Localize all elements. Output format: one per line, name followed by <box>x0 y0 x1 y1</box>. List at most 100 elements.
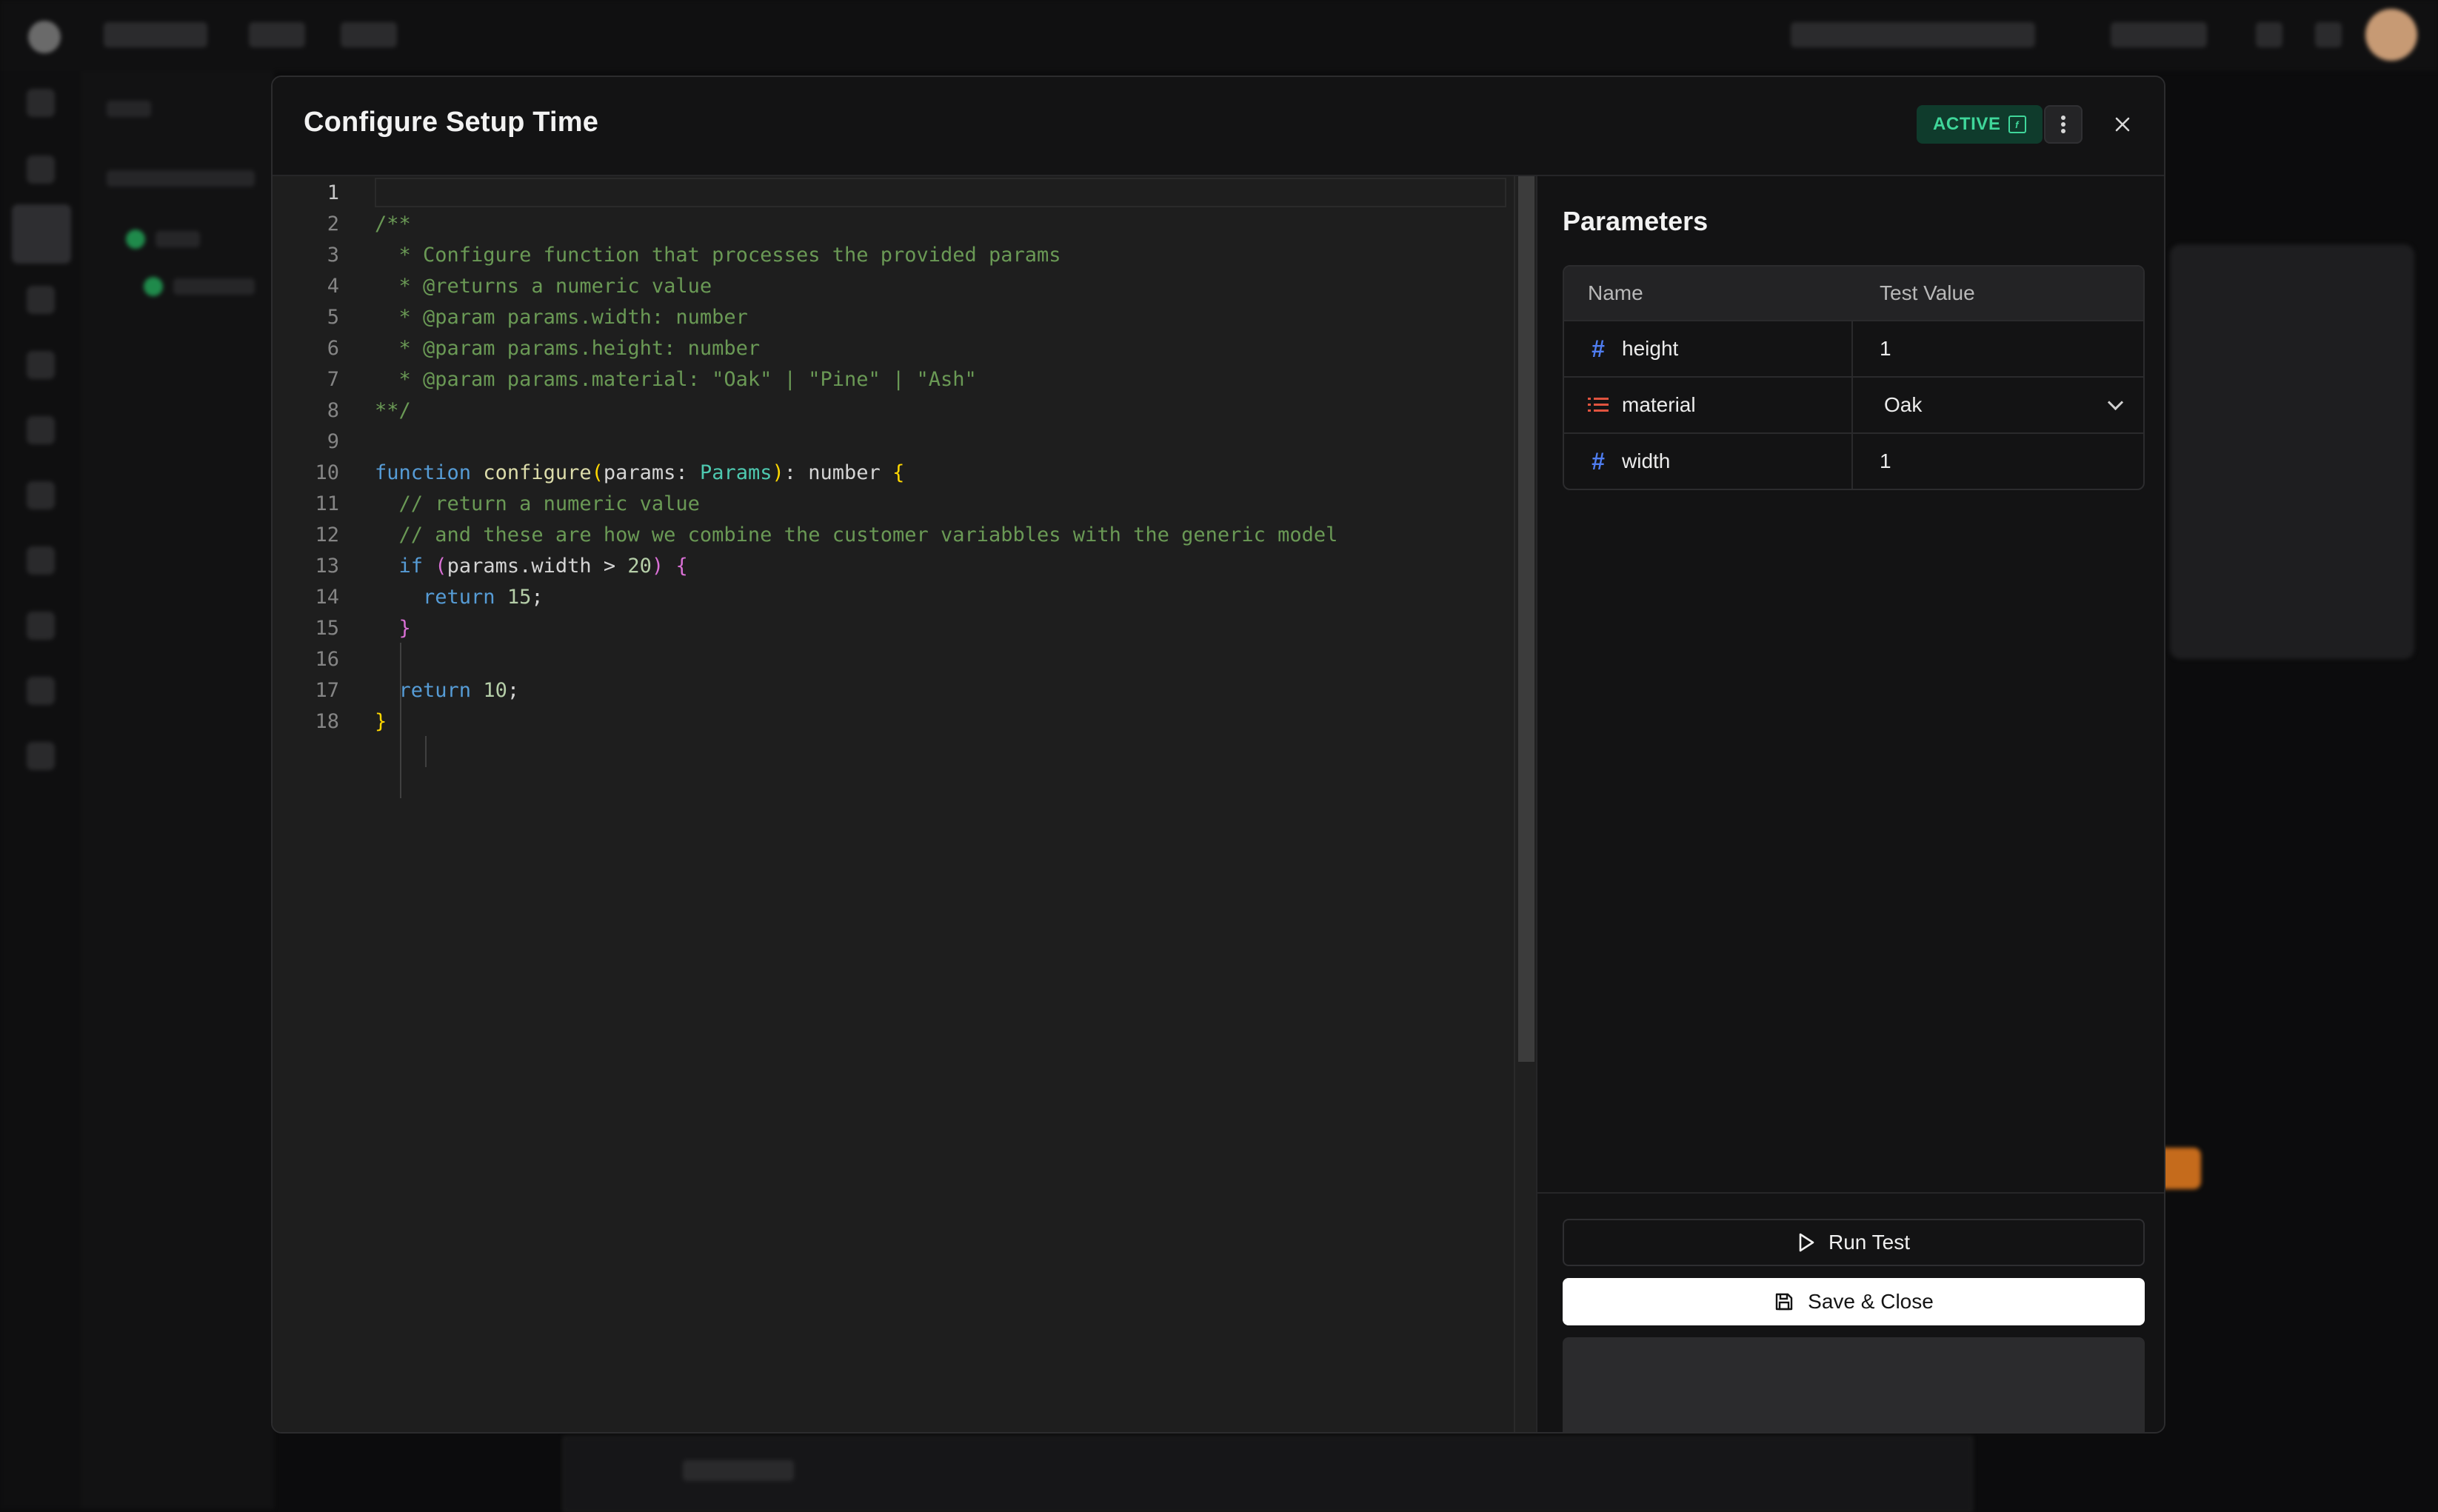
background-card <box>2170 244 2414 659</box>
background-crumb <box>104 22 207 47</box>
table-row: material Oak <box>1564 376 2143 432</box>
code-line: return 15; <box>423 586 544 609</box>
app-logo-icon <box>28 21 61 53</box>
background-rail <box>0 71 81 1509</box>
line-number: 8 <box>327 399 339 422</box>
status-badge-label: ACTIVE <box>1933 114 2001 134</box>
test-output-area <box>1563 1337 2145 1432</box>
background-bottom-panel <box>563 1436 1973 1512</box>
save-icon <box>1775 1293 1793 1311</box>
close-button[interactable] <box>2103 105 2142 144</box>
param-value-input-height[interactable]: 1 <box>1853 321 2143 376</box>
avatar <box>2365 9 2417 61</box>
background-icon <box>2315 22 2342 47</box>
line-number: 11 <box>315 492 339 515</box>
rail-icon <box>27 546 55 575</box>
hash-icon: # <box>1592 335 1605 362</box>
rail-icon <box>12 204 71 264</box>
modal-header: Configure Setup Time ACTIVE f <box>273 77 2164 176</box>
code-line: /** <box>375 213 411 235</box>
line-number: 17 <box>315 679 339 702</box>
save-close-button[interactable]: Save & Close <box>1563 1278 2145 1325</box>
code-line: function configure(params: Params): numb… <box>375 461 905 484</box>
param-name: material <box>1622 393 1696 416</box>
background-text <box>107 170 255 187</box>
line-number: 3 <box>327 244 339 267</box>
save-close-label: Save & Close <box>1808 1290 1934 1313</box>
line-number: 4 <box>327 275 339 298</box>
code-line: if (params.width > 20) { <box>398 555 688 578</box>
code-line: } <box>398 617 411 640</box>
line-number: 9 <box>327 430 339 453</box>
active-line-highlight <box>375 178 1506 207</box>
line-number: 5 <box>327 306 339 329</box>
line-number: 12 <box>315 523 339 546</box>
code-editor[interactable]: 1 2 3 4 5 6 7 8 9 10 11 12 13 14 15 16 17 18 /** * Config… <box>273 176 1537 1432</box>
rail-icon <box>27 155 55 184</box>
hash-icon: # <box>1592 447 1605 475</box>
background-text <box>107 101 151 117</box>
more-options-button[interactable] <box>2044 105 2083 144</box>
param-name-cell: # height <box>1564 321 1853 376</box>
run-test-button[interactable]: Run Test <box>1563 1219 2145 1266</box>
code-line: // and these are how we combine the cust… <box>375 523 1338 546</box>
parameters-table: Name Test Value # height 1 material Oak … <box>1563 265 2145 490</box>
param-name-cell: material <box>1564 378 1853 432</box>
column-header-name: Name <box>1588 281 1643 304</box>
param-name-cell: # width <box>1564 434 1853 489</box>
background-text <box>683 1460 794 1481</box>
more-vertical-icon <box>2061 116 2065 133</box>
status-dot <box>126 230 145 249</box>
background-icon <box>2256 22 2282 47</box>
param-value: Oak <box>1884 393 1923 416</box>
line-number: 1 <box>327 181 339 204</box>
code-line: return 10; <box>398 679 520 702</box>
param-name: width <box>1622 449 1671 472</box>
background-text <box>156 231 200 247</box>
table-row: # height 1 <box>1564 320 2143 376</box>
list-icon <box>1588 395 1609 415</box>
configure-modal: Configure Setup Time ACTIVE f 12 3 4 5 6 7 8 9 1… <box>271 76 2165 1434</box>
line-number: 10 <box>315 461 339 484</box>
rail-icon <box>27 286 55 314</box>
table-row: # width 1 <box>1564 432 2143 489</box>
panel-divider <box>1537 1192 2164 1194</box>
rail-icon <box>27 481 55 509</box>
rail-icon <box>27 351 55 379</box>
parameters-title: Parameters <box>1563 206 1709 236</box>
param-value-select-material[interactable]: Oak <box>1853 378 2143 432</box>
line-number: 16 <box>315 648 339 671</box>
rail-icon <box>27 89 55 117</box>
rail-icon <box>27 677 55 705</box>
param-value: 1 <box>1880 449 1891 472</box>
code-line: // return a numeric value <box>375 492 700 515</box>
editor-scrollbar-thumb[interactable] <box>1518 176 1534 1062</box>
status-badge[interactable]: ACTIVE f <box>1917 105 2043 144</box>
modal-title: Configure Setup Time <box>304 107 599 138</box>
background-search <box>1791 22 2035 47</box>
param-value: 1 <box>1880 337 1891 360</box>
parameters-panel: Parameters Name Test Value # height 1 ma… <box>1536 176 2164 1432</box>
editor-scrollbar[interactable] <box>1514 176 1537 1432</box>
background-topbar <box>0 0 2438 71</box>
line-number: 7 <box>327 368 339 391</box>
indent-guide <box>425 736 427 767</box>
code-line: * Configure function that processes the … <box>375 244 1061 267</box>
line-number: 14 <box>315 586 339 609</box>
column-header-test-value: Test Value <box>1880 281 1975 304</box>
background-text <box>173 278 255 295</box>
code-line: } <box>375 710 387 733</box>
background-crumb <box>249 22 305 47</box>
rail-icon <box>27 612 55 640</box>
close-icon <box>2115 117 2130 132</box>
background-tree-panel <box>81 71 274 1509</box>
play-icon <box>1799 1233 1814 1252</box>
line-number: 18 <box>315 710 339 733</box>
line-number: 13 <box>315 555 339 578</box>
line-number: 6 <box>327 337 339 360</box>
rail-icon <box>27 742 55 770</box>
line-number: 15 <box>315 617 339 640</box>
status-dot <box>144 277 163 296</box>
run-test-label: Run Test <box>1829 1231 1910 1254</box>
param-value-input-width[interactable]: 1 <box>1853 434 2143 489</box>
